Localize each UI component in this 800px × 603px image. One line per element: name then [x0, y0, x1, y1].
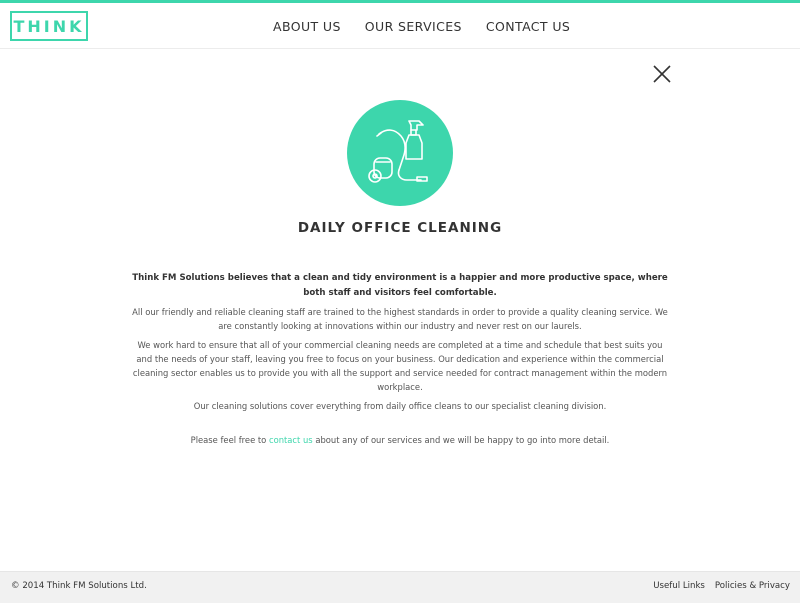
body-paragraph: All our friendly and reliable cleaning s…: [132, 307, 668, 331]
footer-link-useful-links[interactable]: Useful Links: [653, 581, 705, 591]
cta-text-after: about any of our services and we will be…: [312, 435, 610, 445]
cta-text-before: Please feel free to: [190, 435, 269, 445]
body-paragraph: We work hard to ensure that all of your …: [132, 340, 668, 392]
modal-title: DAILY OFFICE CLEANING: [297, 220, 503, 236]
nav-contact-us[interactable]: CONTACT US: [486, 19, 570, 34]
nav-about-us[interactable]: ABOUT US: [273, 19, 341, 34]
site-footer: © 2014 Think FM Solutions Ltd. Useful Li…: [0, 571, 800, 603]
cta-paragraph: Please feel free to contact us about any…: [130, 433, 670, 447]
close-icon[interactable]: [651, 63, 673, 85]
contact-us-link[interactable]: contact us: [269, 435, 313, 445]
logo[interactable]: THINK: [10, 11, 88, 41]
main-nav: ABOUT US OUR SERVICES CONTACT US: [273, 3, 594, 49]
modal-body: Think FM Solutions believes that a clean…: [130, 271, 670, 452]
site-header: THINK ABOUT US OUR SERVICES CONTACT US: [0, 3, 800, 49]
body-paragraph: Our cleaning solutions cover everything …: [193, 401, 607, 411]
nav-our-services[interactable]: OUR SERVICES: [365, 19, 462, 34]
vacuum-spray-icon: [347, 100, 453, 206]
footer-link-policies-privacy[interactable]: Policies & Privacy: [715, 581, 790, 591]
footer-links: Useful Links Policies & Privacy: [643, 581, 790, 591]
lead-paragraph: Think FM Solutions believes that a clean…: [132, 273, 668, 298]
copyright: © 2014 Think FM Solutions Ltd.: [11, 581, 147, 591]
